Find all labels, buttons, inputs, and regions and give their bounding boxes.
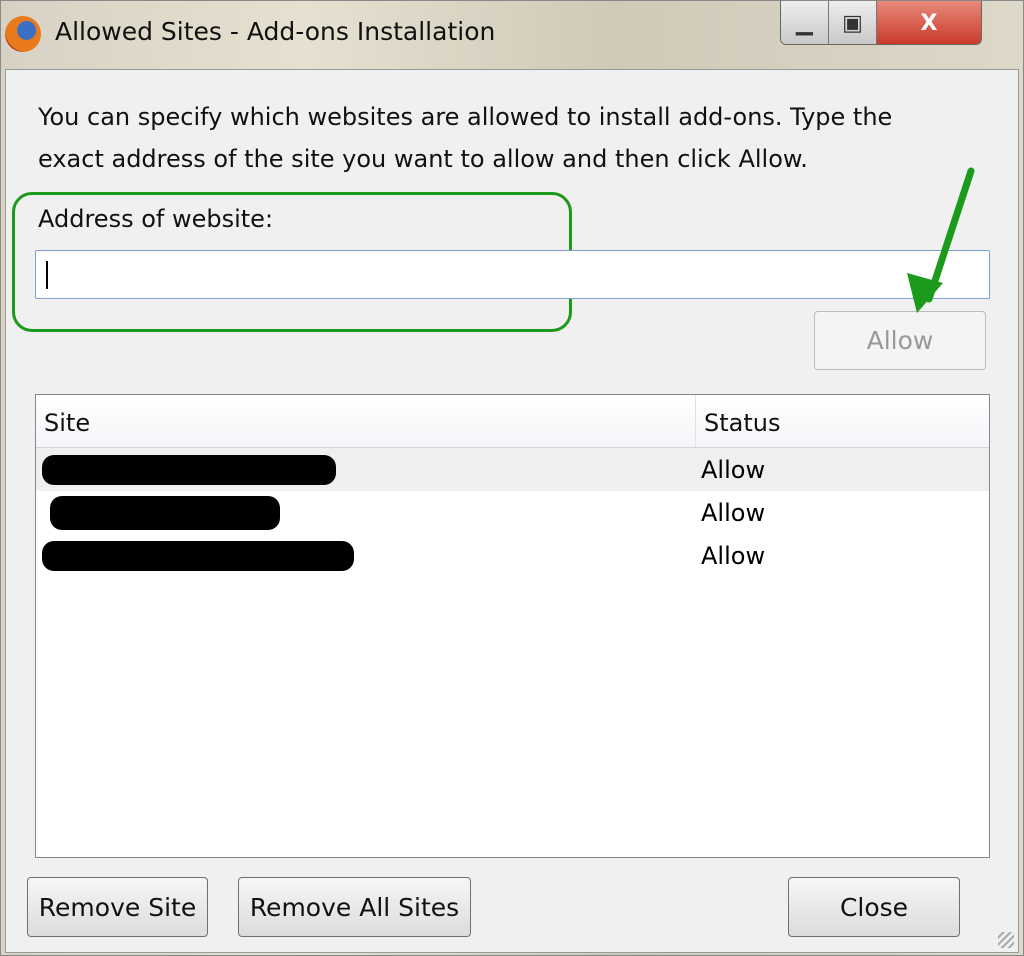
row-status: Allow xyxy=(701,455,766,484)
dialog-window: Allowed Sites - Add-ons Installation ▁ ▣… xyxy=(0,0,1024,956)
column-header-site[interactable]: Site xyxy=(36,395,696,447)
green-arrow-annotation xyxy=(907,167,975,313)
redacted-site xyxy=(42,540,354,571)
remove-site-button[interactable]: Remove Site xyxy=(27,877,208,937)
redacted-site xyxy=(50,495,280,530)
sites-list[interactable]: Site Status Allow Allow Allow xyxy=(35,394,990,858)
table-row[interactable]: Allow xyxy=(36,491,989,534)
resize-grip[interactable] xyxy=(998,932,1014,948)
redacted-site xyxy=(42,454,336,485)
row-status: Allow xyxy=(701,541,766,570)
close-button[interactable]: Close xyxy=(788,877,960,937)
column-header-status[interactable]: Status xyxy=(696,395,788,447)
remove-all-sites-button[interactable]: Remove All Sites xyxy=(238,877,471,937)
table-row[interactable]: Allow xyxy=(36,534,989,577)
row-status: Allow xyxy=(701,498,766,527)
table-row[interactable]: Allow xyxy=(36,448,989,491)
